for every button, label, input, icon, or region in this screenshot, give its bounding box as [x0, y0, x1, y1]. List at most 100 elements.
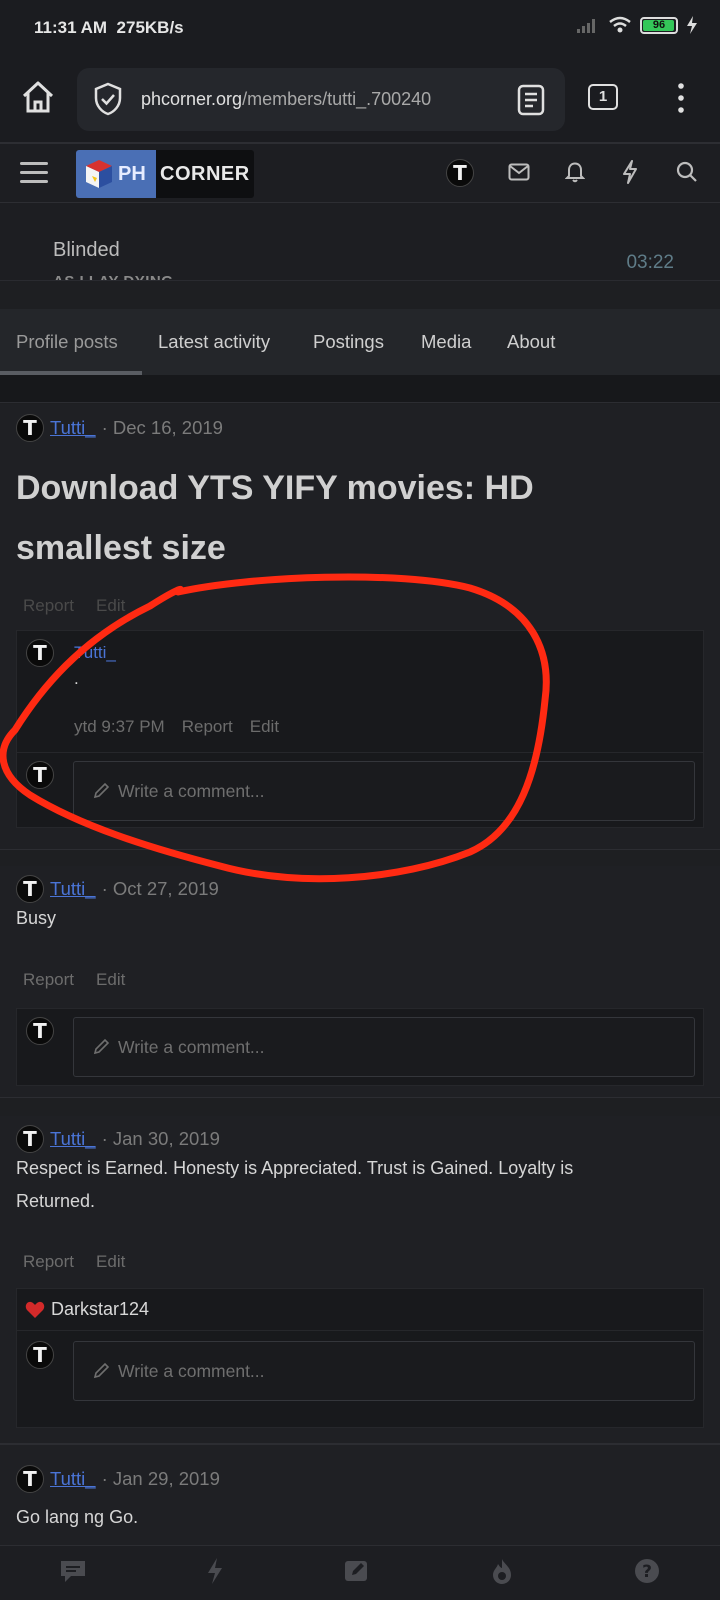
- avatar[interactable]: T: [16, 875, 44, 903]
- edit-link[interactable]: Edit: [96, 970, 125, 990]
- status-icons: 96: [576, 16, 698, 34]
- comment-compose: T Write a comment...: [17, 1331, 703, 1429]
- status-time: 11:31 AM 275KB/s: [34, 18, 184, 37]
- avatar: T: [26, 1341, 54, 1369]
- profile-tabs: Profile posts Latest activity Postings M…: [0, 309, 720, 375]
- search-button[interactable]: [676, 161, 698, 188]
- site-security-button[interactable]: [93, 82, 123, 121]
- account-button[interactable]: T: [446, 159, 474, 187]
- report-link[interactable]: Report: [23, 1252, 74, 1272]
- post-actions: Report Edit: [23, 1252, 125, 1272]
- whats-new-button[interactable]: [622, 160, 638, 189]
- post-title: Download YTS YIFY movies: HD smallest si…: [16, 469, 534, 567]
- svg-text:?: ?: [642, 1562, 652, 1582]
- comment-compose: T Write a comment...: [17, 753, 703, 829]
- comment: T Tutti_ . ytd 9:37 PM Report Edit: [17, 631, 703, 753]
- menu-button[interactable]: [20, 162, 48, 184]
- lightning-icon: [623, 160, 637, 184]
- divider: [0, 375, 720, 403]
- tab-profile-posts[interactable]: Profile posts: [16, 331, 118, 353]
- report-link[interactable]: Report: [23, 970, 74, 990]
- heart-icon: [25, 1301, 45, 1318]
- shield-check-icon: [94, 82, 122, 116]
- post-date[interactable]: · Dec 16, 2019: [102, 417, 223, 439]
- edit-icon[interactable]: [343, 1558, 371, 1589]
- help-icon[interactable]: ?: [633, 1557, 661, 1590]
- browser-toolbar: phcorner.org/members/tutti_.700240 1: [0, 58, 720, 142]
- comment-edit-link[interactable]: Edit: [250, 717, 279, 737]
- comment-input[interactable]: Write a comment...: [73, 1341, 695, 1401]
- more-vertical-icon: [678, 83, 684, 113]
- comment-time[interactable]: ytd 9:37 PM: [74, 717, 165, 737]
- comment-input[interactable]: Write a comment...: [73, 1017, 695, 1077]
- reaction-user[interactable]: Darkstar124: [51, 1299, 149, 1320]
- comments-box: T Write a comment...: [16, 1008, 704, 1086]
- reader-mode-button[interactable]: [517, 84, 545, 121]
- avatar: T: [26, 761, 54, 789]
- envelope-icon: [508, 163, 530, 181]
- post-date[interactable]: · Jan 29, 2019: [102, 1468, 220, 1490]
- post-date[interactable]: · Oct 27, 2019: [102, 878, 219, 900]
- signal-icon: [577, 19, 595, 33]
- logo-corner: CORNER: [156, 150, 254, 198]
- post-header: T Tutti_ · Dec 16, 2019: [16, 414, 223, 442]
- browser-menu-button[interactable]: [676, 82, 686, 119]
- post-author[interactable]: Tutti_: [50, 1468, 96, 1490]
- home-button[interactable]: [20, 80, 56, 119]
- site-header: PH CORNER T: [0, 142, 720, 203]
- post-body: Go lang ng Go.: [16, 1507, 139, 1527]
- charging-icon: [687, 16, 697, 34]
- pencil-icon: [93, 782, 110, 799]
- pencil-icon: [93, 1038, 110, 1055]
- media-title: Blinded: [53, 239, 120, 261]
- wifi-icon: [609, 16, 631, 33]
- profile-post: T Tutti_ · Dec 16, 2019 Download YTS YIF…: [0, 404, 720, 850]
- conversations-button[interactable]: [508, 163, 530, 186]
- comment-report-link[interactable]: Report: [182, 717, 233, 737]
- avatar[interactable]: T: [16, 414, 44, 442]
- logo-ph: PH: [76, 150, 156, 198]
- report-link[interactable]: Report: [23, 596, 74, 616]
- tab-about[interactable]: About: [507, 331, 555, 353]
- search-icon: [676, 161, 697, 182]
- tab-media[interactable]: Media: [421, 331, 471, 353]
- post-body: Busy: [16, 908, 57, 928]
- profile-post: T Tutti_ · Jan 30, 2019 Respect is Earne…: [0, 1116, 720, 1444]
- flame-icon[interactable]: [489, 1557, 515, 1590]
- post-author[interactable]: Tutti_: [50, 417, 96, 439]
- post-actions: Report Edit: [23, 596, 125, 616]
- comment-input[interactable]: Write a comment...: [73, 761, 695, 821]
- media-embed[interactable]: Blinded AS I LAY DYING 03:22: [0, 203, 720, 281]
- avatar[interactable]: T: [16, 1465, 44, 1493]
- site-logo[interactable]: PH CORNER: [76, 150, 254, 198]
- post-header: T Tutti_ · Oct 27, 2019: [16, 875, 219, 903]
- avatar[interactable]: T: [16, 1125, 44, 1153]
- comment-author[interactable]: Tutti_: [74, 643, 116, 663]
- avatar[interactable]: T: [26, 639, 54, 667]
- tab-postings[interactable]: Postings: [313, 331, 384, 353]
- alerts-button[interactable]: [564, 161, 586, 188]
- edit-link[interactable]: Edit: [96, 596, 125, 616]
- battery-icon: 96: [640, 16, 678, 34]
- post-header: T Tutti_ · Jan 30, 2019: [16, 1125, 220, 1153]
- post-author[interactable]: Tutti_: [50, 1128, 96, 1150]
- comment-meta: ytd 9:37 PM Report Edit: [74, 717, 279, 737]
- avatar: T: [446, 159, 474, 187]
- tab-latest-activity[interactable]: Latest activity: [158, 331, 270, 353]
- comment-text: .: [74, 669, 79, 688]
- url-text[interactable]: phcorner.org/members/tutti_.700240: [141, 89, 431, 110]
- pencil-icon: [93, 1362, 110, 1379]
- chat-icon[interactable]: [59, 1558, 87, 1589]
- post-author[interactable]: Tutti_: [50, 878, 96, 900]
- logo-box-icon: [86, 160, 112, 188]
- lightning-icon[interactable]: [205, 1557, 225, 1590]
- reactions-row: Darkstar124: [17, 1289, 703, 1331]
- post-body: Respect is Earned. Honesty is Appreciate…: [16, 1158, 574, 1211]
- post-header: T Tutti_ · Jan 29, 2019: [16, 1465, 220, 1493]
- edit-link[interactable]: Edit: [96, 1252, 125, 1272]
- post-date[interactable]: · Jan 30, 2019: [102, 1128, 220, 1150]
- tab-count-button[interactable]: 1: [588, 84, 618, 110]
- status-bar: 11:31 AM 275KB/s 96: [0, 0, 720, 58]
- media-duration: 03:22: [626, 252, 674, 273]
- address-bar[interactable]: phcorner.org/members/tutti_.700240: [77, 68, 565, 131]
